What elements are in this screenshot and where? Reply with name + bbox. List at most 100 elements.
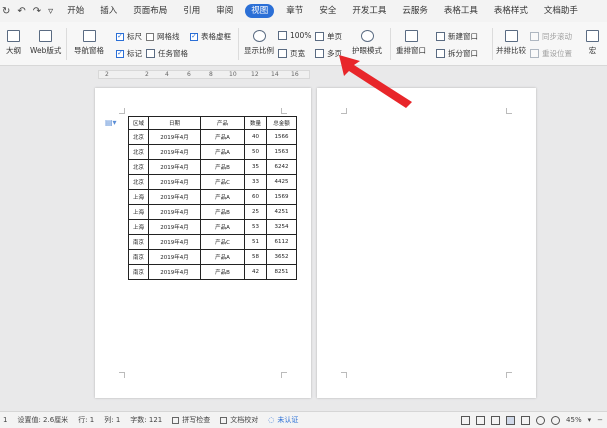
table-cell[interactable]: 58 (244, 249, 268, 265)
tab-references[interactable]: 引用 (175, 0, 208, 22)
table-header-cell[interactable]: 数量 (244, 116, 268, 130)
table-cell[interactable]: 50 (244, 144, 268, 160)
tab-review[interactable]: 审阅 (208, 0, 241, 22)
full-screen-icon[interactable] (476, 415, 486, 425)
table-cell[interactable]: 2019年4月 (148, 129, 202, 145)
table-cell[interactable]: 南京 (127, 249, 150, 265)
table-cell[interactable]: 60 (244, 189, 268, 205)
multi-page-button[interactable]: 多页 (315, 48, 342, 59)
single-page-button[interactable]: 单页 (315, 31, 342, 42)
tab-home[interactable]: 开始 (59, 0, 92, 22)
table-cell[interactable]: 2019年4月 (148, 144, 202, 160)
table-cell[interactable]: 2019年4月 (148, 204, 202, 220)
table-cell[interactable]: 北京 (127, 129, 150, 145)
table-cell[interactable]: 产品A (200, 249, 246, 265)
tab-table-tools[interactable]: 表格工具 (436, 0, 486, 22)
sync-scroll-button[interactable]: 同步滚动 (530, 31, 572, 42)
page-1[interactable]: ▤▾ 区域 日期 产品 数量 总金额 北京 2019年4月 产品A 40 1566 北京 2… (95, 88, 311, 398)
undo-icon[interactable]: ↶ (17, 6, 25, 17)
table-cell[interactable]: 产品A (200, 144, 246, 160)
page-view-icon[interactable] (506, 415, 516, 425)
doc-check-button[interactable]: 文档校对 (220, 415, 258, 425)
table-cell[interactable]: 4425 (266, 174, 298, 190)
table-cell[interactable]: 2019年4月 (148, 174, 202, 190)
table-cell[interactable]: 产品C (200, 174, 246, 190)
table-header-cell[interactable]: 总金额 (266, 116, 298, 130)
nav-pane-button[interactable]: 导航窗格 (74, 30, 104, 56)
tab-view[interactable]: 视图 (245, 4, 275, 18)
table-cell[interactable]: 1566 (266, 129, 298, 145)
macro-button[interactable]: 宏 (586, 30, 599, 56)
new-window-button[interactable]: 新建窗口 (436, 31, 478, 42)
table-cell[interactable]: 8251 (266, 264, 298, 280)
rearrange-windows-button[interactable]: 重排窗口 (396, 30, 426, 56)
pen-icon[interactable] (491, 415, 501, 425)
horizontal-ruler[interactable]: 2 2 4 6 8 10 12 14 16 (98, 70, 310, 79)
table-cell[interactable]: 北京 (127, 144, 150, 160)
table-cell[interactable]: 40 (244, 129, 268, 145)
table-cell[interactable]: 产品A (200, 129, 246, 145)
table-cell[interactable]: 产品A (200, 189, 246, 205)
side-by-side-button[interactable]: 并排比较 (496, 30, 526, 56)
table-header-cell[interactable]: 区域 (127, 116, 150, 130)
table-cell[interactable]: 2019年4月 (148, 234, 202, 250)
status-page[interactable]: 1 (3, 416, 7, 424)
tab-page-layout[interactable]: 页面布局 (125, 0, 175, 22)
table-cell[interactable]: 1569 (266, 189, 298, 205)
zoom-dropdown-icon[interactable]: ▾ (588, 416, 592, 424)
web-view-icon[interactable] (536, 415, 546, 425)
table-cell[interactable]: 上海 (127, 189, 150, 205)
zoom-button[interactable]: 显示比例 (244, 30, 274, 56)
table-cell[interactable]: 33 (244, 174, 268, 190)
table-cell[interactable]: 2019年4月 (148, 189, 202, 205)
status-word-count[interactable]: 字数: 121 (130, 415, 162, 425)
table-cell[interactable]: 53 (244, 219, 268, 235)
table-cell[interactable]: 2019年4月 (148, 264, 202, 280)
table-cell[interactable]: 产品B (200, 204, 246, 220)
eye-protection-icon[interactable] (551, 415, 561, 425)
tab-doc-assistant[interactable]: 文档助手 (536, 0, 586, 22)
data-table[interactable]: 区域 日期 产品 数量 总金额 北京 2019年4月 产品A 40 1566 北京 2019… (127, 116, 298, 280)
tab-insert[interactable]: 插入 (92, 0, 125, 22)
table-cell[interactable]: 2019年4月 (148, 249, 202, 265)
table-header-cell[interactable]: 日期 (148, 116, 202, 130)
table-cell[interactable]: 51 (244, 234, 268, 250)
eye-mode-button[interactable]: 护眼模式 (352, 30, 382, 56)
ruler-checkbox[interactable]: ✓ 标尺 (116, 31, 142, 42)
table-cell[interactable]: 2019年4月 (148, 159, 202, 175)
task-pane-button[interactable]: 任务窗格 (146, 48, 188, 59)
gridlines-checkbox[interactable]: 网格线 (146, 31, 180, 42)
table-cell[interactable]: 25 (244, 204, 268, 220)
tab-table-style[interactable]: 表格样式 (486, 0, 536, 22)
table-cell[interactable]: 3652 (266, 249, 298, 265)
table-cell[interactable]: 南京 (127, 264, 150, 280)
table-cell[interactable]: 6242 (266, 159, 298, 175)
table-cell[interactable]: 北京 (127, 174, 150, 190)
page-width-button[interactable]: 页宽 (278, 48, 305, 59)
table-cell[interactable]: 6112 (266, 234, 298, 250)
marks-checkbox[interactable]: ✓ 标记 (116, 48, 142, 59)
reset-position-button[interactable]: 重设位置 (530, 48, 572, 59)
outline-view-icon[interactable] (521, 415, 531, 425)
table-cell[interactable]: 南京 (127, 234, 150, 250)
table-header-cell[interactable]: 产品 (200, 116, 246, 130)
table-gridlines-checkbox[interactable]: ✓ 表格虚框 (190, 31, 231, 42)
table-cell[interactable]: 1563 (266, 144, 298, 160)
table-cell[interactable]: 3254 (266, 219, 298, 235)
table-cell[interactable]: 北京 (127, 159, 150, 175)
spellcheck-button[interactable]: 拼写检查 (172, 415, 210, 425)
table-cell[interactable]: 4251 (266, 204, 298, 220)
redo-arrow-icon[interactable]: ↷ (33, 6, 41, 17)
table-cell[interactable]: 上海 (127, 204, 150, 220)
table-cell[interactable]: 上海 (127, 219, 150, 235)
table-cell[interactable]: 2019年4月 (148, 219, 202, 235)
split-window-button[interactable]: 拆分窗口 (436, 48, 478, 59)
customize-dropdown-icon[interactable]: ▿ (48, 6, 53, 17)
paste-options-icon[interactable]: ▤▾ (105, 118, 117, 127)
focus-mode-icon[interactable] (461, 415, 471, 425)
redo-icon[interactable]: ↻ (2, 6, 10, 17)
tab-sections[interactable]: 章节 (278, 0, 311, 22)
table-cell[interactable]: 35 (244, 159, 268, 175)
table-cell[interactable]: 产品B (200, 264, 246, 280)
zoom-out-icon[interactable]: − (597, 416, 603, 424)
